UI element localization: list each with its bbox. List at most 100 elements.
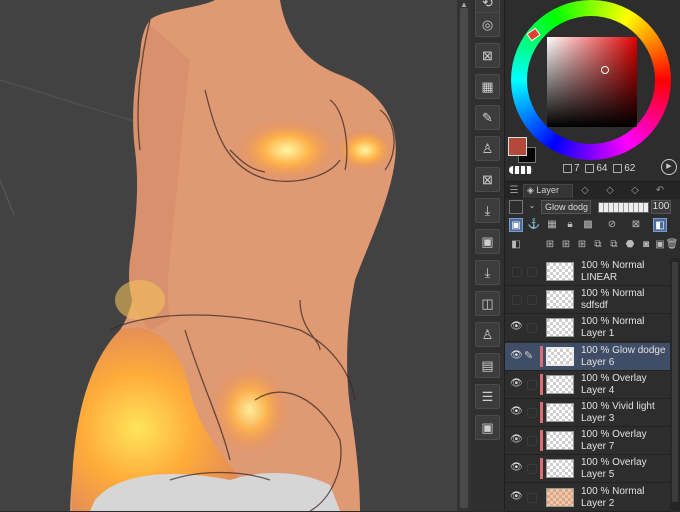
command-bar: ⟲ ◎ ⊠ ▦ ✎ ♙ ⊠ ⤓ ▣ ⤓ ◫ ♙ ▤ ☰ ▣ [471,0,505,511]
canvas-vertical-scrollbar[interactable]: ▲ [457,0,471,511]
layer-action-row: ◧ ⊞ ⊞ ⊞ ⧉ ⧉ ⬣ ◙ ▣ 🗑︎ [505,236,680,254]
eye-icon[interactable]: 👁︎ [510,378,523,389]
opacity-input[interactable]: 100 [651,200,671,214]
tab-layer[interactable]: ◈ Layer [523,184,573,198]
blend-mode-select[interactable]: Glow dodg [541,200,591,214]
eye-icon[interactable]: 👁︎ [510,322,523,332]
layer-row[interactable]: 100 % Normal sdfsdf [505,286,670,315]
menu-icon[interactable]: ☰ [507,185,521,197]
edit-target-box[interactable] [527,408,537,418]
image-icon[interactable]: ◫ [475,291,500,316]
layer-row[interactable]: 100 % Normal LINEAR [505,258,670,286]
layer-mode-label: 100 % Overlay [581,457,647,469]
panel-toggle-icon[interactable]: ◧ [509,238,523,252]
color-wheel-panel: 7 64 62 ▶ [505,0,680,180]
edit-target-box[interactable] [527,464,537,475]
zoom-reset-icon[interactable]: ◎ [475,12,500,37]
sv-cursor[interactable] [601,66,609,74]
layer-name-label: Layer 1 [581,328,615,340]
layer-row[interactable]: 👁︎ 100 % Overlay Layer 5 [505,455,670,484]
import-icon[interactable]: ⤓ [475,198,500,223]
new-folder-icon[interactable]: ⊞ [575,238,589,252]
layer-thumbnail [546,487,574,507]
layer-name-label: Layer 2 [581,497,615,509]
hidden-eye-icon[interactable] [512,295,522,306]
clip-layer-icon[interactable]: ▣ [509,218,523,232]
tab-layer-label: Layer [536,185,559,195]
edit-target-box[interactable] [527,323,537,334]
blend-row: ⌄ Glow dodg 100 [505,198,680,216]
frame2-icon[interactable]: ▣ [475,415,500,440]
eye-icon[interactable]: 👁︎ [510,435,523,445]
new-raster-layer-icon[interactable]: ⊞ [543,238,557,252]
fill-icon[interactable]: ⬣ [623,238,637,252]
layer-row[interactable]: 👁︎ 100 % Normal Layer 1 [505,314,670,343]
layer-row[interactable]: 👁︎ 100 % Overlay Layer 4 [505,370,670,399]
edit-icon[interactable]: ✎ [475,105,500,130]
saturation-value-square[interactable] [547,37,637,127]
artwork-illustration [0,0,396,511]
layer-list: 100 % Normal LINEAR 100 % Normal sdfsdf 👁︎ 10… [505,258,680,512]
play-icon[interactable]: ▶ [661,159,677,175]
eye-icon[interactable]: 👁︎ [510,350,523,361]
layer-property-row: ▣ ⚓ ▦ 🔒︎ ▩ ⊘ ⊠ ◧ [505,216,680,234]
chevron-down-icon[interactable]: ⌄ [525,200,539,214]
layer-list-scrollbar[interactable] [670,258,680,511]
frame-icon[interactable]: ▣ [475,229,500,254]
drawing-canvas[interactable] [0,0,457,511]
edit-target-box[interactable] [527,267,537,277]
layer-row[interactable]: 👁︎ 100 % Normal Layer 2 [505,483,670,512]
mask-icon[interactable]: ◙ [639,238,653,252]
stack-icon[interactable]: ☰ [475,384,500,409]
edit-target-box[interactable] [527,295,537,306]
ruler-icon[interactable]: ⊠ [629,218,643,232]
layer-mode-label: 100 % Normal [581,316,645,328]
layer-row[interactable]: 👁︎ ✎ 100 % Glow dodge Layer 6 [505,342,670,371]
layer-thumbnail [546,290,574,310]
select-layer-icon[interactable]: ▦ [475,74,500,99]
scrollbar-thumb[interactable] [460,8,468,508]
layer-mode-label: 100 % Normal [581,288,645,300]
figure-icon[interactable]: ♙ [475,322,500,347]
clipping-indicator [540,402,543,423]
mask-enable-icon[interactable]: ⊘ [605,218,619,232]
tab-icon-3[interactable]: ◇ [603,185,617,197]
layer-row[interactable]: 👁︎ 100 % Overlay Layer 7 [505,427,670,456]
layer-thumbnail [546,431,574,451]
tab-icon-5[interactable]: ↶ [653,185,667,197]
eye-icon[interactable]: 👁︎ [510,463,523,473]
lock-icon[interactable]: 🔒︎ [563,218,577,232]
draft-layer-icon[interactable]: ▦ [545,218,559,232]
mannequin-icon[interactable]: ♙ [475,136,500,161]
opacity-slider[interactable] [598,202,649,213]
edit-target-box[interactable] [527,492,537,503]
layers-icon: ◈ [527,185,537,195]
trash-icon[interactable]: 🗑︎ [665,238,679,252]
edit-target-box[interactable] [527,436,537,447]
eye-icon[interactable]: 👁︎ [510,407,523,417]
layer-color-box[interactable] [509,200,523,214]
tab-icon-4[interactable]: ◇ [628,185,642,197]
pen-icon: ✎ [524,349,534,362]
close-icon[interactable]: ⊠ [475,167,500,192]
layer-mode-label: 100 % Glow dodge [581,344,666,356]
reference-layer-icon[interactable]: ⚓ [527,218,541,232]
export-icon[interactable]: ⤓ [475,260,500,285]
layer-name-label: Layer 6 [581,356,615,368]
close-layer-icon[interactable]: ⊠ [475,43,500,68]
eye-icon[interactable]: 👁︎ [510,491,523,502]
clipping-indicator [540,458,543,480]
hidden-eye-icon[interactable] [512,267,522,277]
layer-color-icon[interactable]: ◧ [653,218,667,232]
new-vector-layer-icon[interactable]: ⊞ [559,238,573,252]
copy-layer-icon[interactable]: ⧉ [591,238,605,252]
main-color-swatch[interactable] [508,137,527,156]
transparent-color-swatch[interactable] [509,166,533,174]
page-icon[interactable]: ▤ [475,353,500,378]
edit-target-box[interactable] [527,379,537,390]
merge-icon[interactable]: ⧉ [607,238,621,252]
layer-thumbnail [546,403,574,422]
tab-icon-2[interactable]: ◇ [578,185,592,197]
layer-row[interactable]: 👁︎ 100 % Vivid light Layer 3 [505,399,670,427]
lock-transparency-icon[interactable]: ▩ [581,218,595,232]
